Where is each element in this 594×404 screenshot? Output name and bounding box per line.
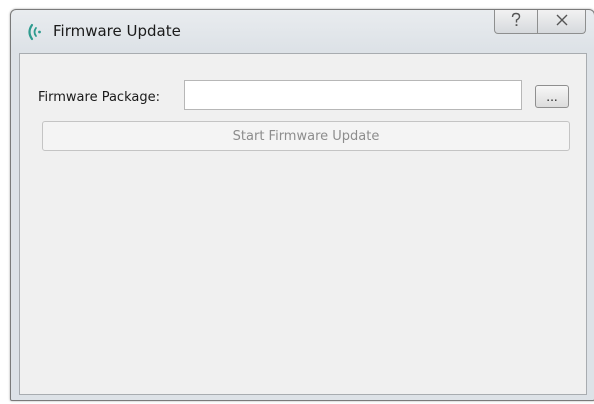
browse-button[interactable]: ...	[535, 85, 569, 108]
close-button[interactable]	[538, 10, 586, 34]
start-firmware-update-button[interactable]: Start Firmware Update	[42, 121, 570, 151]
firmware-package-input[interactable]	[184, 80, 522, 110]
dialog-content: Firmware Package: ... Start Firmware Upd…	[19, 53, 587, 395]
question-mark-icon	[510, 12, 522, 32]
wireless-signal-icon	[25, 22, 43, 42]
window-title: Firmware Update	[53, 22, 181, 40]
title-bar-buttons	[494, 10, 586, 35]
close-x-icon	[555, 14, 569, 30]
title-bar[interactable]: Firmware Update	[11, 10, 594, 52]
firmware-update-window: Firmware Update Firmware Package: ... St…	[10, 9, 594, 401]
firmware-package-label: Firmware Package:	[38, 90, 160, 105]
help-button[interactable]	[494, 10, 538, 34]
